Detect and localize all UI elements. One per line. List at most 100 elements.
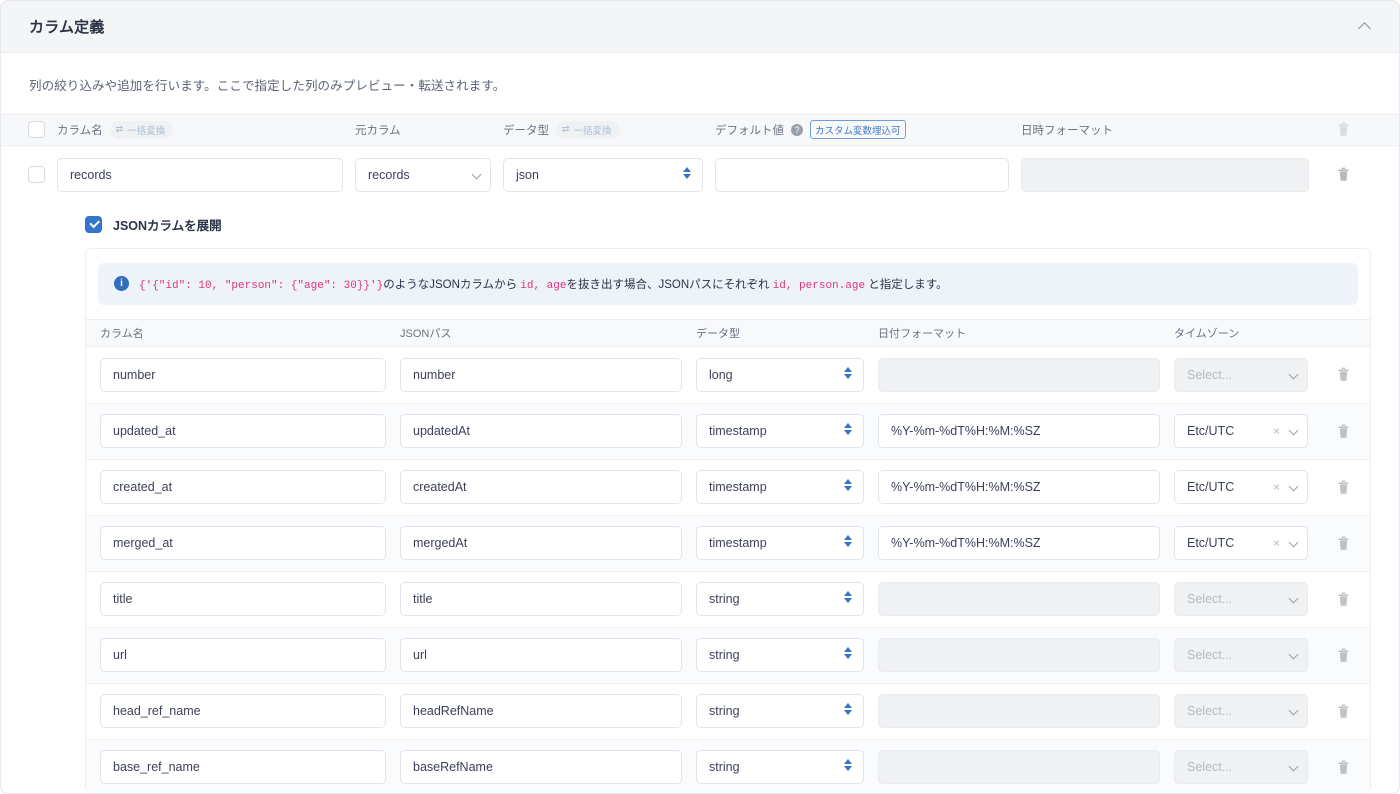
- trash-icon[interactable]: [1336, 647, 1351, 664]
- nested-data-type-select[interactable]: timestamp: [696, 470, 864, 505]
- nested-data-type-select[interactable]: string: [696, 694, 864, 729]
- json-path-input[interactable]: [400, 638, 682, 673]
- trash-icon[interactable]: [1336, 591, 1351, 608]
- json-expand-toggle[interactable]: JSONカラムを展開: [1, 204, 1399, 240]
- cell-column-name: [100, 357, 400, 392]
- table-row: timestamp Etc/UTC ×: [86, 458, 1370, 515]
- nested-column-name-input[interactable]: [100, 694, 386, 729]
- cell-data-type: json: [503, 157, 715, 192]
- cell-json-path: [400, 414, 696, 449]
- timezone-select: Select...: [1174, 750, 1308, 785]
- panel-description: 列の絞り込みや追加を行います。ここで指定した列のみプレビュー・転送されます。: [29, 79, 506, 93]
- json-path-input[interactable]: [400, 470, 682, 505]
- stepper-icon[interactable]: [844, 479, 852, 492]
- nested-data-type-select[interactable]: timestamp: [696, 414, 864, 449]
- stepper-icon[interactable]: [683, 166, 691, 179]
- column-name-input[interactable]: [57, 157, 343, 192]
- table-row: string Select...: [86, 682, 1370, 739]
- table-row: string Select...: [86, 626, 1370, 683]
- cell-data-type: string: [696, 750, 878, 785]
- json-path-input[interactable]: [400, 694, 682, 729]
- source-column-select[interactable]: records: [355, 157, 491, 192]
- trash-icon[interactable]: [1336, 535, 1351, 552]
- json-path-input[interactable]: [400, 414, 682, 449]
- trash-icon[interactable]: [1336, 423, 1351, 440]
- trash-icon[interactable]: [1336, 166, 1351, 183]
- nested-column-name-input[interactable]: [100, 470, 386, 505]
- nested-column-name-input[interactable]: [100, 638, 386, 673]
- clear-x-icon[interactable]: ×: [1273, 536, 1280, 550]
- nested-column-name-input[interactable]: [100, 750, 386, 785]
- json-path-input[interactable]: [400, 526, 682, 561]
- nested-data-type-select[interactable]: string: [696, 750, 864, 785]
- cell-delete[interactable]: [1322, 703, 1364, 720]
- nested-data-type-select[interactable]: long: [696, 357, 864, 392]
- cell-date-format: [878, 414, 1174, 449]
- stepper-icon[interactable]: [844, 591, 852, 604]
- trash-icon[interactable]: [1336, 759, 1351, 776]
- row-checkbox[interactable]: [27, 166, 45, 184]
- json-path-input[interactable]: [400, 750, 682, 785]
- chevron-up-icon[interactable]: [1351, 14, 1377, 40]
- cell-json-path: [400, 750, 696, 785]
- date-format-input[interactable]: [878, 470, 1160, 505]
- stepper-icon[interactable]: [844, 759, 852, 772]
- stepper-icon[interactable]: [844, 423, 852, 436]
- clear-x-icon[interactable]: ×: [1273, 480, 1280, 494]
- nested-header-column-name: カラム名: [100, 327, 144, 340]
- stepper-icon[interactable]: [844, 535, 852, 548]
- cell-delete[interactable]: [1322, 479, 1364, 496]
- cell-delete[interactable]: [1322, 366, 1364, 383]
- cell-delete[interactable]: [1322, 591, 1364, 608]
- cell-delete[interactable]: [1321, 166, 1365, 183]
- panel-header: カラム定義: [1, 1, 1399, 53]
- cell-delete[interactable]: [1322, 423, 1364, 440]
- chevron-up-glyph: [1357, 21, 1371, 35]
- nested-column-name-input[interactable]: [100, 526, 386, 561]
- bulk-convert-column-name-button[interactable]: ⇄ 一括変換: [109, 120, 174, 139]
- stepper-icon[interactable]: [844, 703, 852, 716]
- select-all-checkbox[interactable]: [27, 121, 45, 139]
- json-expand-checkbox[interactable]: [85, 216, 102, 234]
- trash-icon[interactable]: [1336, 479, 1351, 496]
- timezone-select: Select...: [1174, 694, 1308, 729]
- nested-column-name-input[interactable]: [100, 414, 386, 449]
- data-type-select[interactable]: json: [503, 157, 703, 192]
- cell-data-type: string: [696, 694, 878, 729]
- header-source-column-label: 元カラム: [355, 124, 401, 137]
- cell-data-type: timestamp: [696, 526, 878, 561]
- json-path-input[interactable]: [400, 357, 682, 392]
- default-value-input[interactable]: [715, 157, 1009, 192]
- cell-column-name: [100, 526, 400, 561]
- trash-icon[interactable]: [1336, 703, 1351, 720]
- cell-delete[interactable]: [1322, 535, 1364, 552]
- timezone-select[interactable]: Etc/UTC: [1174, 470, 1308, 505]
- trash-icon[interactable]: [1336, 366, 1351, 383]
- json-path-input[interactable]: [400, 582, 682, 617]
- cell-json-path: [400, 694, 696, 729]
- table-row: string Select...: [86, 738, 1370, 793]
- json-expand-label: JSONカラムを展開: [113, 219, 222, 234]
- nested-data-type-select[interactable]: timestamp: [696, 526, 864, 561]
- question-icon[interactable]: ?: [791, 123, 803, 136]
- cell-delete[interactable]: [1322, 759, 1364, 776]
- clear-x-icon[interactable]: ×: [1273, 424, 1280, 438]
- cell-timezone: Etc/UTC ×: [1174, 414, 1322, 449]
- date-format-input[interactable]: [878, 414, 1160, 449]
- cell-timezone: Select...: [1174, 638, 1322, 673]
- bulk-convert-data-type-button[interactable]: ⇄ 一括変換: [556, 120, 620, 139]
- cell-column-name: [100, 414, 400, 449]
- nested-column-name-input[interactable]: [100, 357, 386, 392]
- cell-column-name: [100, 750, 400, 785]
- nested-data-type-select[interactable]: string: [696, 638, 864, 673]
- stepper-icon[interactable]: [844, 647, 852, 660]
- cell-delete[interactable]: [1322, 647, 1364, 664]
- timezone-select[interactable]: Etc/UTC: [1174, 414, 1308, 449]
- timezone-select[interactable]: Etc/UTC: [1174, 526, 1308, 561]
- info-icon: i: [114, 276, 129, 292]
- outer-table-header: カラム名 ⇄ 一括変換 元カラム データ型 ⇄ 一括変換 デフォルト値 ? カス…: [1, 114, 1399, 146]
- stepper-icon[interactable]: [844, 366, 852, 379]
- date-format-input[interactable]: [878, 526, 1160, 561]
- nested-data-type-select[interactable]: string: [696, 582, 864, 617]
- nested-column-name-input[interactable]: [100, 582, 386, 617]
